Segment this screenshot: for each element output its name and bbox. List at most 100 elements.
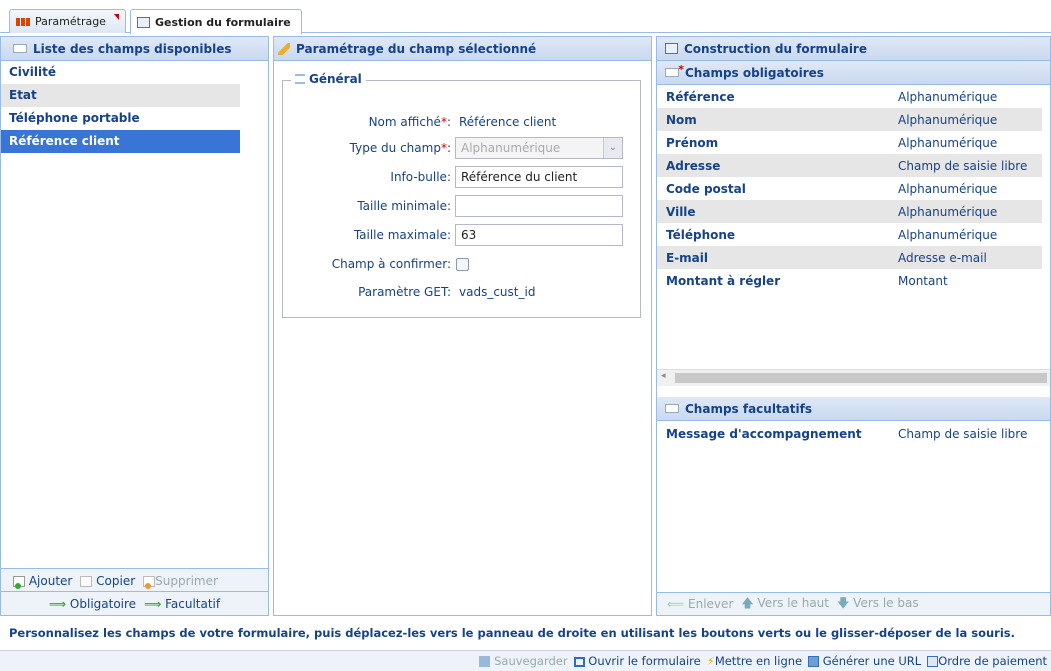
delete-icon	[143, 575, 156, 589]
list-item-selected[interactable]: Référence client	[1, 130, 240, 153]
arrow-up-icon: 🡅	[741, 595, 754, 610]
move-toolbar: ⟹ Obligatoire ⟹ Facultatif	[1, 591, 268, 615]
table-row[interactable]: E-mail Adresse e-mail	[657, 246, 1042, 269]
field-max-size: Taille maximale: 63	[293, 224, 623, 248]
min-size-input[interactable]	[455, 195, 623, 217]
tab-gestion-formulaire[interactable]: Gestion du formulaire	[130, 9, 302, 34]
table-row[interactable]: Prénom Alphanumérique	[657, 131, 1042, 154]
table-row[interactable]: Référence Alphanumérique	[657, 85, 1042, 108]
open-form-button[interactable]: Ouvrir le formulaire	[573, 654, 701, 668]
optional-section-header: Champs facultatifs	[657, 397, 1050, 421]
footer-toolbar: Sauvegarder Ouvrir le formulaire ⚡Mettre…	[0, 650, 1051, 671]
move-required-label: Obligatoire	[69, 596, 137, 611]
save-button[interactable]: Sauvegarder	[479, 654, 568, 668]
field-min-size: Taille minimale:	[293, 195, 623, 219]
scroll-left-icon[interactable]: ◂	[661, 371, 666, 381]
collapse-icon[interactable]	[295, 74, 305, 84]
field-type: Type du champ*: Alphanumérique ⌄	[293, 137, 623, 161]
required-fields-grid: Référence Alphanumérique Nom Alphanumériqu…	[657, 85, 1042, 292]
legend-label: Général	[309, 72, 362, 86]
cell-type: Alphanumérique	[898, 89, 998, 104]
required-section-header: * Champs obligatoires	[657, 61, 1050, 85]
cell-type: Alphanumérique	[898, 181, 998, 196]
cell-type: Champ de saisie libre	[898, 158, 1028, 173]
copy-button[interactable]: Copier	[80, 574, 135, 588]
panel-title: Construction du formulaire	[684, 41, 867, 56]
list-item[interactable]: Etat	[1, 84, 240, 107]
confirm-checkbox[interactable]	[456, 258, 469, 271]
move-optional-label: Facultatif	[165, 596, 221, 611]
cell-type: Alphanumérique	[898, 204, 998, 219]
move-down-button[interactable]: 🡇 Vers le bas	[837, 594, 919, 615]
max-size-label: Taille maximale:	[353, 228, 451, 242]
table-row[interactable]: Téléphone Alphanumérique	[657, 223, 1042, 246]
move-down-label: Vers le bas	[853, 595, 919, 610]
type-select-value: Alphanumérique	[461, 141, 561, 155]
field-tooltip: Info-bulle: Référence du client	[293, 166, 623, 190]
tab-bar: Paramétrage Gestion du formulaire	[0, 0, 1051, 34]
remove-button[interactable]: ⟸ Enlever	[667, 597, 733, 611]
publish-label: Mettre en ligne	[714, 654, 803, 668]
panel-title: Liste des champs disponibles	[33, 41, 232, 56]
table-row[interactable]: Code postal Alphanumérique	[657, 177, 1042, 200]
fieldset-general: Général Nom affiché*: Référence client T…	[282, 72, 641, 318]
form-builder-panel: Construction du formulaire * Champs obli…	[656, 36, 1051, 616]
required-icon: *	[665, 63, 684, 77]
cell-name: Message d'accompagnement	[666, 426, 862, 441]
green-arrow-icon: ⟹	[144, 596, 162, 611]
form-icon	[665, 43, 678, 54]
tab-label: Paramétrage	[35, 15, 106, 28]
list-item[interactable]: Civilité	[1, 61, 240, 84]
field-confirm: Champ à confirmer:	[293, 253, 623, 277]
field-settings-panel: Paramétrage du champ sélectionné Général…	[273, 36, 652, 616]
move-optional-button[interactable]: ⟹ Facultatif	[144, 597, 220, 611]
type-select[interactable]: Alphanumérique ⌄	[455, 137, 623, 159]
cell-name: Prénom	[666, 135, 719, 150]
lightning-icon: ⚡	[706, 654, 715, 668]
generate-url-label: Générer une URL	[822, 654, 922, 668]
table-row[interactable]: Message d'accompagnement Champ de saisie …	[657, 422, 1042, 445]
copy-icon	[80, 575, 93, 587]
move-up-button[interactable]: 🡅 Vers le haut	[741, 594, 829, 615]
green-arrow-icon: ⟹	[48, 596, 67, 611]
add-button[interactable]: Ajouter	[13, 574, 72, 589]
optional-fields-grid: Message d'accompagnement Champ de saisie …	[657, 422, 1042, 445]
pencil-icon	[278, 42, 290, 55]
payment-order-button[interactable]: Ordre de paiement	[927, 654, 1047, 668]
display-name-label: Nom affiché*:	[368, 115, 451, 129]
scrollbar-thumb[interactable]	[675, 373, 1047, 383]
list-item[interactable]: Téléphone portable	[1, 107, 240, 130]
table-row[interactable]: Adresse Champ de saisie libre	[657, 154, 1042, 177]
payment-order-label: Ordre de paiement	[938, 654, 1047, 668]
section-title: Champs obligatoires	[685, 65, 824, 80]
field-get-param: Paramètre GET: vads_cust_id	[293, 281, 623, 305]
generate-url-button[interactable]: Générer une URL	[808, 654, 921, 668]
copy-label: Copier	[96, 573, 136, 588]
label-text: Nom affiché	[368, 115, 441, 129]
confirm-label: Champ à confirmer:	[331, 257, 451, 271]
add-icon	[13, 575, 25, 589]
cell-name: Nom	[666, 112, 697, 127]
table-row[interactable]: Montant à régler Montant	[657, 269, 1042, 292]
panel-header: Paramétrage du champ sélectionné	[274, 37, 651, 61]
save-label: Sauvegarder	[494, 654, 568, 668]
chevron-down-icon: ⌄	[603, 138, 622, 158]
max-size-input[interactable]: 63	[455, 224, 623, 246]
horizontal-scrollbar[interactable]: ◂	[657, 369, 1050, 386]
tooltip-input[interactable]: Référence du client	[455, 166, 623, 188]
table-row[interactable]: Ville Alphanumérique	[657, 200, 1042, 223]
move-required-button[interactable]: ⟹ Obligatoire	[49, 597, 136, 611]
cell-type: Adresse e-mail	[898, 250, 987, 265]
right-toolbar: ⟸ Enlever 🡅 Vers le haut 🡇 Vers le bas	[657, 592, 1050, 615]
cell-type: Alphanumérique	[898, 227, 998, 242]
cell-name: Référence	[666, 89, 735, 104]
delete-button[interactable]: Supprimer	[143, 574, 218, 589]
left-toolbar: Ajouter Copier Supprimer	[1, 568, 268, 592]
grid-icon	[16, 17, 30, 26]
window-icon	[573, 656, 585, 667]
cell-name: Montant à régler	[666, 273, 781, 288]
table-row[interactable]: Nom Alphanumérique	[657, 108, 1042, 131]
dropdown-indicator-icon	[114, 14, 119, 20]
publish-button[interactable]: ⚡Mettre en ligne	[707, 654, 802, 668]
tab-parametrage[interactable]: Paramétrage	[9, 9, 126, 33]
